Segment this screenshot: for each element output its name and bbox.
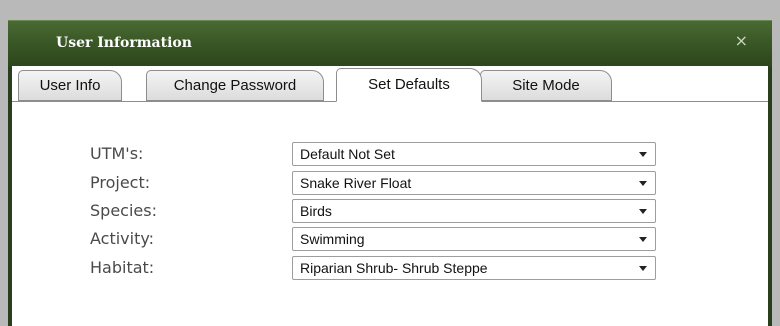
tab-site-mode[interactable]: Site Mode — [480, 70, 612, 101]
species-label: Species: — [90, 201, 157, 220]
chevron-down-icon — [639, 209, 647, 214]
project-label: Project: — [90, 173, 151, 192]
chevron-down-icon — [639, 181, 647, 186]
dialog-titlebar[interactable]: User Information × — [8, 20, 772, 67]
project-value: Snake River Float — [300, 175, 412, 191]
user-information-dialog: User Information × User Info Change Pass… — [8, 20, 772, 326]
chevron-down-icon — [639, 237, 647, 242]
tab-change-password[interactable]: Change Password — [146, 70, 324, 101]
tab-set-defaults[interactable]: Set Defaults — [336, 68, 482, 102]
utms-label: UTM's: — [90, 144, 144, 163]
species-select[interactable]: Birds — [292, 199, 656, 223]
habitat-label: Habitat: — [90, 258, 155, 277]
project-select[interactable]: Snake River Float — [292, 171, 656, 195]
utms-select[interactable]: Default Not Set — [292, 142, 656, 166]
tab-strip: User Info Change Password Site Mode Set … — [12, 66, 768, 102]
habitat-select[interactable]: Riparian Shrub- Shrub Steppe — [292, 256, 656, 280]
utms-value: Default Not Set — [300, 146, 395, 162]
chevron-down-icon — [639, 266, 647, 271]
close-icon[interactable]: × — [735, 31, 748, 51]
activity-select[interactable]: Swimming — [292, 227, 656, 251]
tab-user-info[interactable]: User Info — [18, 70, 122, 101]
habitat-value: Riparian Shrub- Shrub Steppe — [300, 260, 488, 276]
dialog-title: User Information — [56, 35, 192, 51]
activity-label: Activity: — [90, 229, 155, 248]
species-value: Birds — [300, 203, 332, 219]
chevron-down-icon — [639, 152, 647, 157]
set-defaults-panel: UTM's: Default Not Set Project: Snake Ri… — [12, 102, 768, 326]
activity-value: Swimming — [300, 231, 365, 247]
